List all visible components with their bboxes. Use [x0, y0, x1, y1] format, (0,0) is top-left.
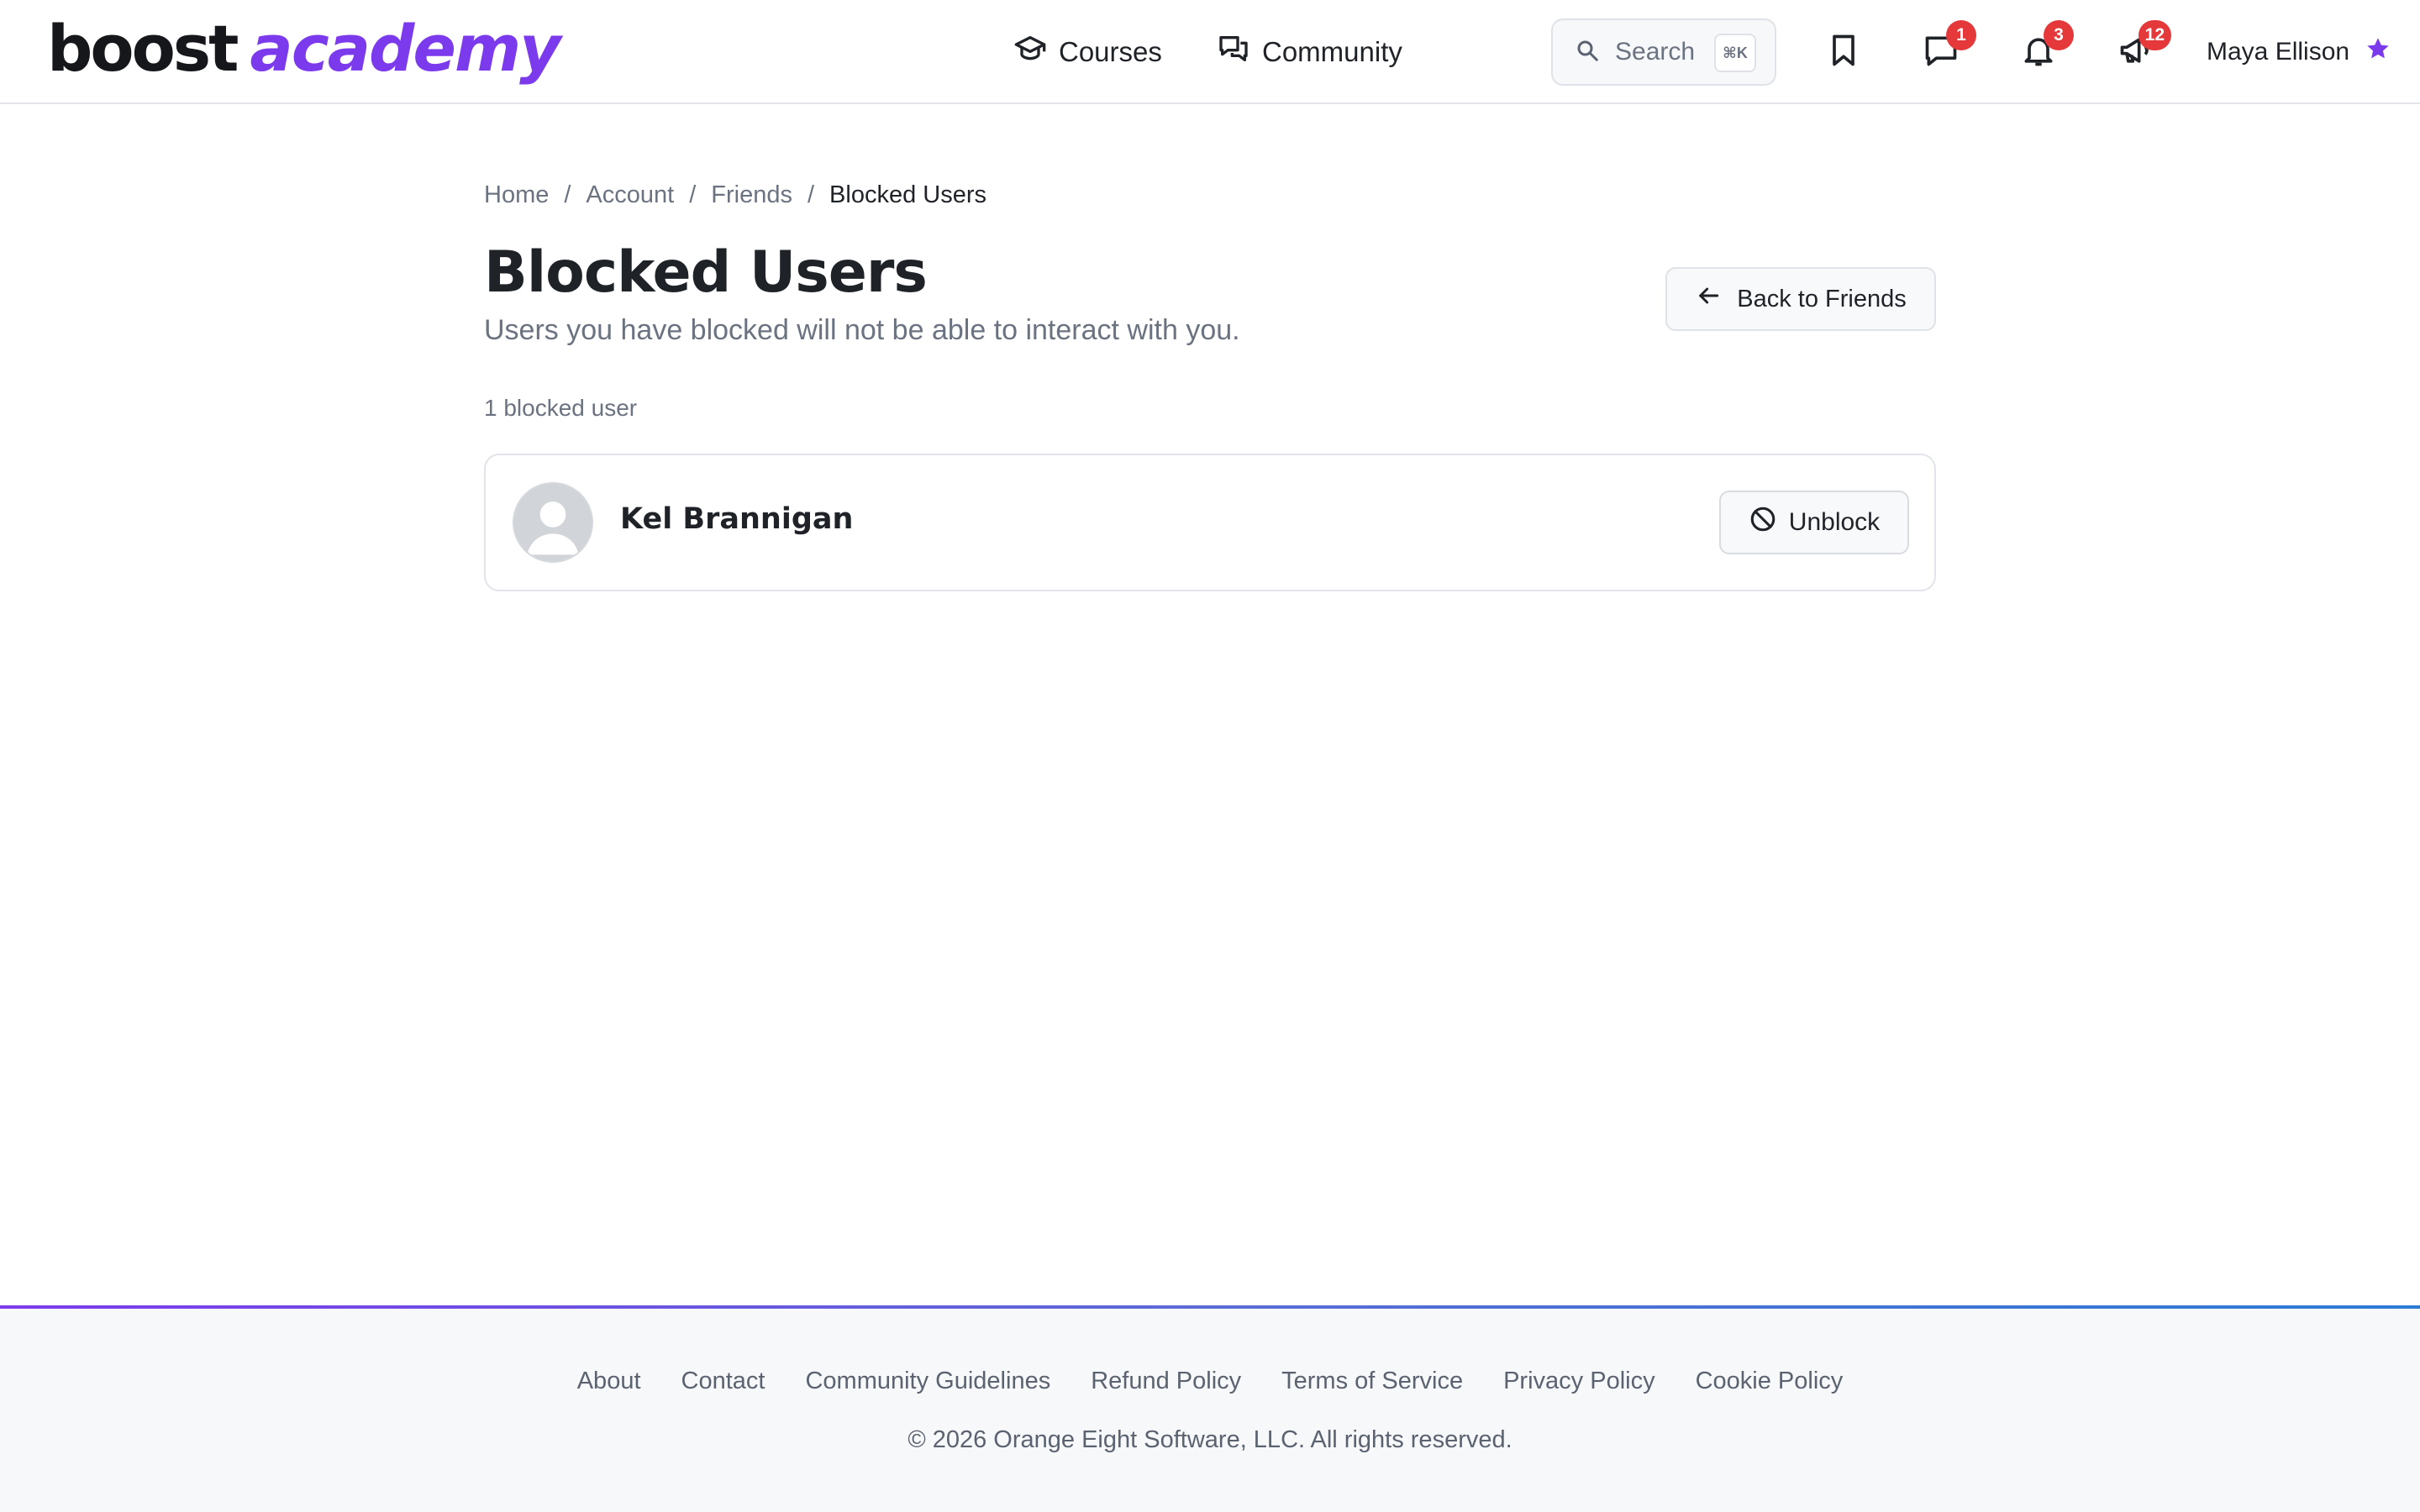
footer-link-terms-of-service[interactable]: Terms of Service	[1281, 1368, 1463, 1395]
notifications-badge: 3	[2044, 20, 2074, 50]
breadcrumb-separator: /	[689, 181, 697, 208]
breadcrumb: Home / Account / Friends / Blocked Users	[484, 181, 986, 209]
bookmark-icon	[1825, 32, 1862, 73]
user-menu[interactable]: Maya Ellison	[2207, 0, 2391, 104]
footer-links: About Contact Community Guidelines Refun…	[0, 1368, 2420, 1395]
avatar	[513, 482, 593, 563]
announcements-button[interactable]: 12	[2109, 20, 2171, 79]
breadcrumb-home[interactable]: Home	[484, 181, 549, 209]
footer-link-community-guidelines[interactable]: Community Guidelines	[805, 1368, 1050, 1395]
page-title: Blocked Users	[484, 239, 928, 306]
announcements-badge: 12	[2138, 20, 2171, 50]
nav-community-label: Community	[1262, 36, 1402, 67]
footer-link-contact[interactable]: Contact	[681, 1368, 765, 1395]
logo-academy: academy	[250, 11, 560, 86]
star-icon	[2365, 35, 2391, 69]
back-to-friends-label: Back to Friends	[1737, 285, 1907, 312]
unblock-button[interactable]: Unblock	[1719, 491, 1909, 554]
nav-community[interactable]: Community	[1217, 0, 1402, 104]
footer-link-refund-policy[interactable]: Refund Policy	[1091, 1368, 1241, 1395]
search-shortcut: ⌘K	[1714, 34, 1756, 72]
user-name: Maya Ellison	[2207, 38, 2350, 66]
blocked-user-name: Kel Brannigan	[620, 502, 854, 536]
breadcrumb-account[interactable]: Account	[586, 181, 674, 209]
graduation-cap-icon	[1013, 32, 1047, 72]
block-icon	[1749, 505, 1777, 540]
breadcrumb-separator: /	[807, 181, 815, 208]
site-footer: About Contact Community Guidelines Refun…	[0, 1305, 2420, 1512]
search-placeholder: Search	[1615, 38, 1696, 66]
back-to-friends-button[interactable]: Back to Friends	[1665, 267, 1936, 331]
footer-link-cookie-policy[interactable]: Cookie Policy	[1696, 1368, 1844, 1395]
messages-badge: 1	[1946, 20, 1976, 50]
logo-boost: boost	[47, 11, 239, 86]
arrow-left-icon	[1695, 282, 1722, 316]
nav-courses[interactable]: Courses	[1013, 0, 1162, 104]
unblock-label: Unblock	[1788, 508, 1881, 536]
blocked-count: 1 blocked user	[484, 395, 638, 421]
logo[interactable]: boost academy	[47, 7, 561, 91]
chat-bubbles-icon	[1217, 32, 1250, 72]
breadcrumb-separator: /	[564, 181, 571, 208]
search-input[interactable]: Search ⌘K	[1551, 18, 1776, 86]
search-icon	[1575, 38, 1600, 67]
breadcrumb-friends[interactable]: Friends	[711, 181, 792, 209]
footer-divider	[0, 1305, 2420, 1309]
breadcrumb-current: Blocked Users	[829, 181, 987, 208]
nav-courses-label: Courses	[1059, 36, 1162, 67]
footer-link-privacy-policy[interactable]: Privacy Policy	[1503, 1368, 1655, 1395]
footer-link-about[interactable]: About	[577, 1368, 641, 1395]
notifications-button[interactable]: 3	[2012, 20, 2074, 79]
blocked-user-card: Kel Brannigan Unblock	[484, 454, 1936, 591]
copyright: © 2026 Orange Eight Software, LLC. All r…	[908, 1426, 1512, 1453]
page-subtitle: Users you have blocked will not be able …	[484, 314, 1240, 346]
site-header: boost academy Courses Community Search ⌘…	[0, 0, 2420, 104]
messages-button[interactable]: 1	[1914, 20, 1976, 79]
bookmarks-button[interactable]	[1817, 25, 1870, 79]
